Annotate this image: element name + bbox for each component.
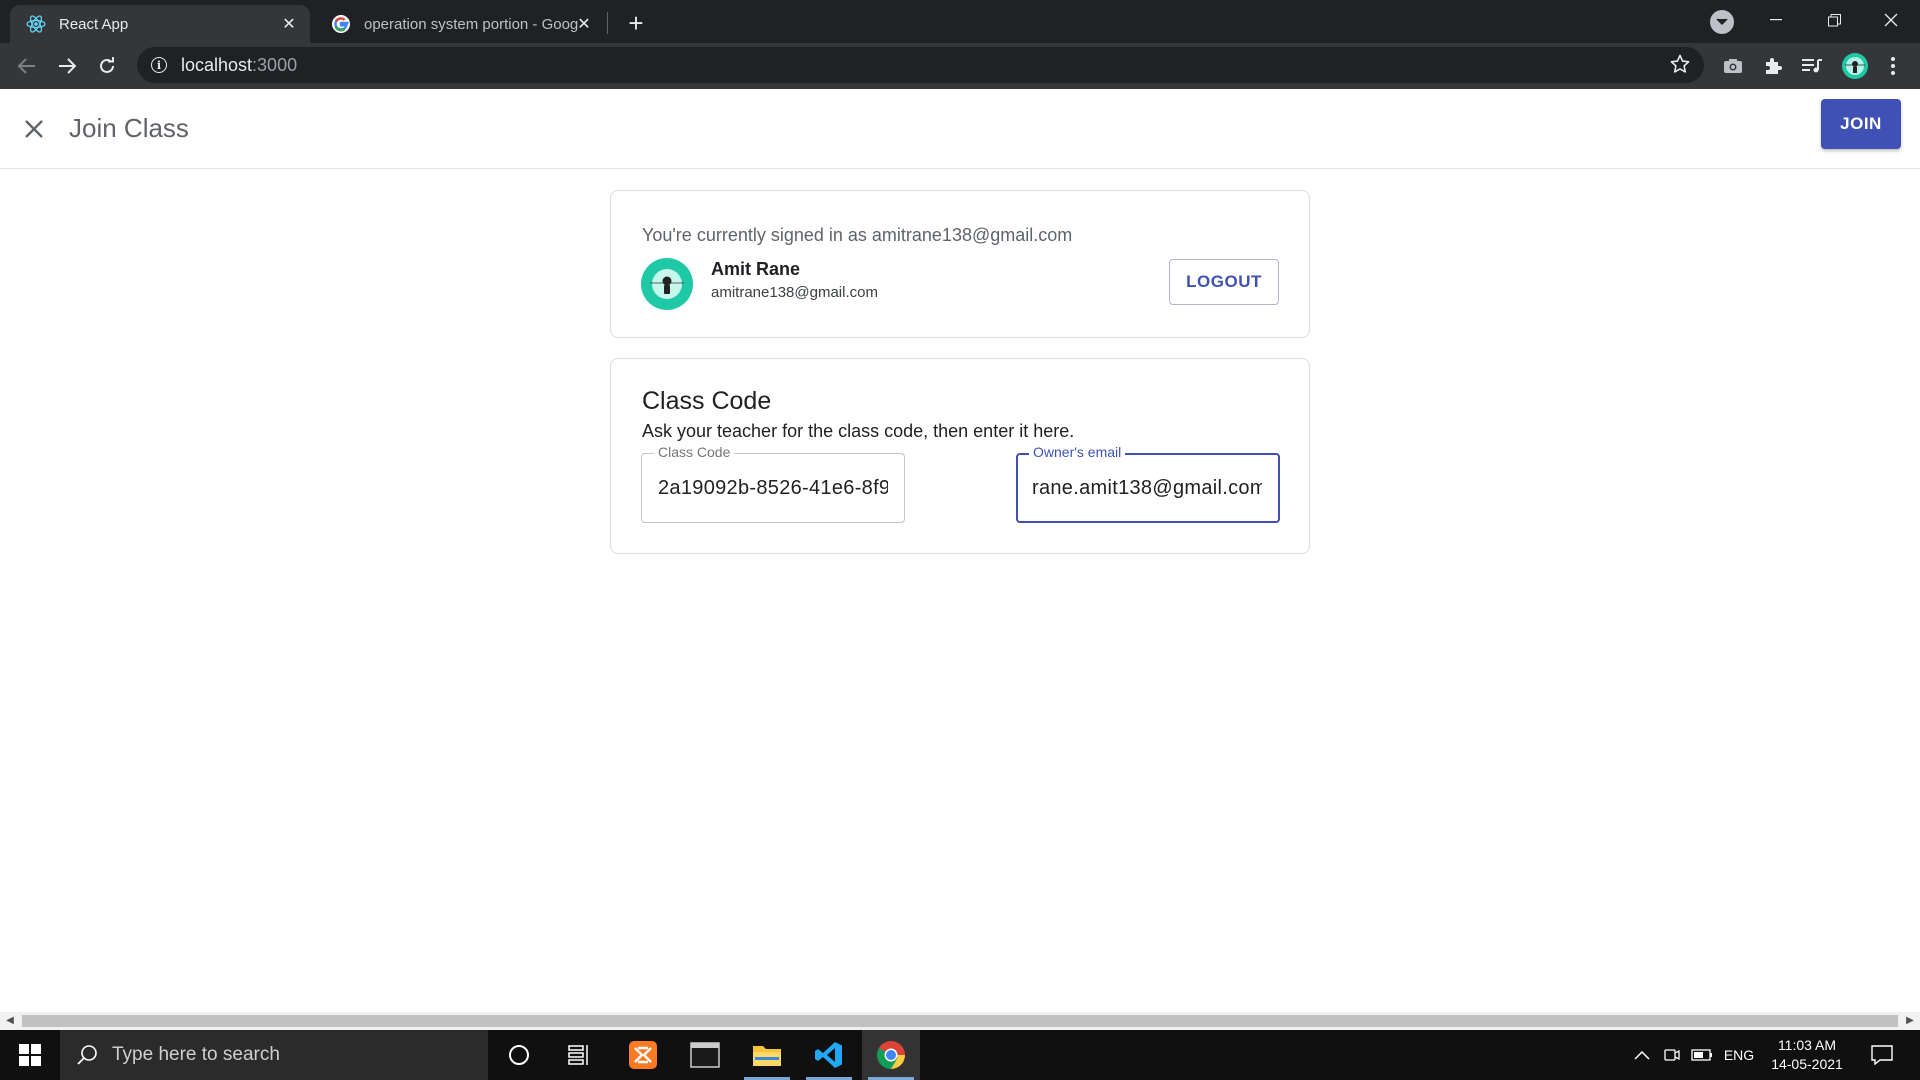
tab-google-search[interactable]: operation system portion - Goog ✕ (315, 5, 605, 43)
reload-icon[interactable] (92, 51, 122, 81)
tab-title: operation system portion - Goog (364, 15, 579, 33)
class-code-input[interactable] (642, 454, 904, 522)
minimize-icon[interactable] (1753, 4, 1799, 36)
notification-icon[interactable] (1864, 1030, 1900, 1080)
react-icon (25, 13, 47, 35)
scroll-right-icon[interactable]: ▶ (1904, 1015, 1916, 1027)
search-icon (76, 1044, 98, 1066)
google-icon (330, 13, 352, 35)
tab-separator (607, 12, 608, 34)
account-card: You're currently signed in as amitrane13… (610, 190, 1310, 338)
camera-icon[interactable] (1720, 53, 1746, 79)
cortana-icon[interactable] (490, 1030, 548, 1080)
join-button[interactable]: JOIN (1821, 99, 1901, 149)
tab-title: React App (59, 15, 129, 33)
class-code-card: Class Code Ask your teacher for the clas… (610, 358, 1310, 554)
close-icon[interactable]: ✕ (278, 13, 300, 35)
scroll-left-icon[interactable]: ◀ (4, 1015, 16, 1027)
browser-toolbar: i localhost:3000 (0, 43, 1920, 89)
owner-email-field: Owner's email (1016, 444, 1280, 523)
language-indicator[interactable]: ENG (1720, 1030, 1758, 1080)
folder-icon[interactable] (738, 1030, 796, 1080)
horizontal-scrollbar[interactable]: ◀ ▶ (0, 1012, 1920, 1030)
class-code-title: Class Code (642, 387, 772, 415)
plus-icon[interactable]: + (622, 10, 650, 38)
user-email: amitrane138@gmail.com (711, 284, 878, 301)
profile-icon[interactable] (1840, 51, 1870, 81)
info-icon[interactable]: i (151, 57, 167, 73)
meet-now-icon[interactable] (1660, 1030, 1684, 1080)
url-text: localhost:3000 (181, 54, 298, 75)
media-icon[interactable] (1799, 53, 1825, 79)
taskbar-search-box[interactable]: Type here to search (60, 1030, 488, 1080)
tab-react-app[interactable]: React App ✕ (10, 5, 310, 43)
battery-icon[interactable] (1688, 1030, 1716, 1080)
chevron-up-icon[interactable] (1630, 1030, 1654, 1080)
taskbar: Type here to search ENG 11:03 AM 14-05-2… (0, 1030, 1920, 1080)
close-icon[interactable] (20, 115, 48, 143)
menu-icon[interactable] (1880, 53, 1906, 79)
avatar (641, 258, 693, 310)
page-title: Join Class (69, 113, 189, 143)
terminal-icon[interactable] (676, 1030, 734, 1080)
class-code-field: Class Code (641, 444, 905, 523)
address-bar[interactable]: i localhost:3000 (137, 47, 1704, 83)
user-name: Amit Rane (711, 259, 801, 279)
restore-icon[interactable] (1811, 4, 1857, 36)
signed-in-text: You're currently signed in as amitrane13… (642, 225, 1073, 245)
xampp-icon[interactable] (614, 1030, 672, 1080)
clock-time: 11:03 AM (1777, 1037, 1837, 1053)
clock[interactable]: 11:03 AM 14-05-2021 (1762, 1036, 1852, 1074)
class-code-description: Ask your teacher for the class code, the… (642, 421, 1075, 441)
owner-email-input[interactable] (1018, 455, 1278, 521)
app-header: Join Class JOIN (0, 89, 1920, 169)
taskview-icon[interactable] (551, 1030, 609, 1080)
chrome-icon[interactable] (862, 1030, 920, 1080)
search-placeholder: Type here to search (112, 1044, 280, 1065)
close-window-icon[interactable] (1868, 4, 1914, 36)
star-icon[interactable] (1670, 54, 1692, 76)
tab-search-chevron-icon[interactable] (1710, 10, 1734, 34)
windows-icon[interactable] (0, 1030, 60, 1080)
browser-tab-strip: React App ✕ operation system portion - G… (0, 0, 1920, 43)
forward-icon[interactable] (52, 51, 82, 81)
vscode-icon[interactable] (800, 1030, 858, 1080)
extensions-icon[interactable] (1760, 53, 1786, 79)
scrollbar-thumb[interactable] (22, 1015, 1898, 1027)
back-icon[interactable] (12, 51, 42, 81)
logout-button[interactable]: LOGOUT (1169, 259, 1279, 305)
close-icon[interactable]: ✕ (573, 13, 595, 35)
clock-date: 14-05-2021 (1771, 1056, 1843, 1072)
